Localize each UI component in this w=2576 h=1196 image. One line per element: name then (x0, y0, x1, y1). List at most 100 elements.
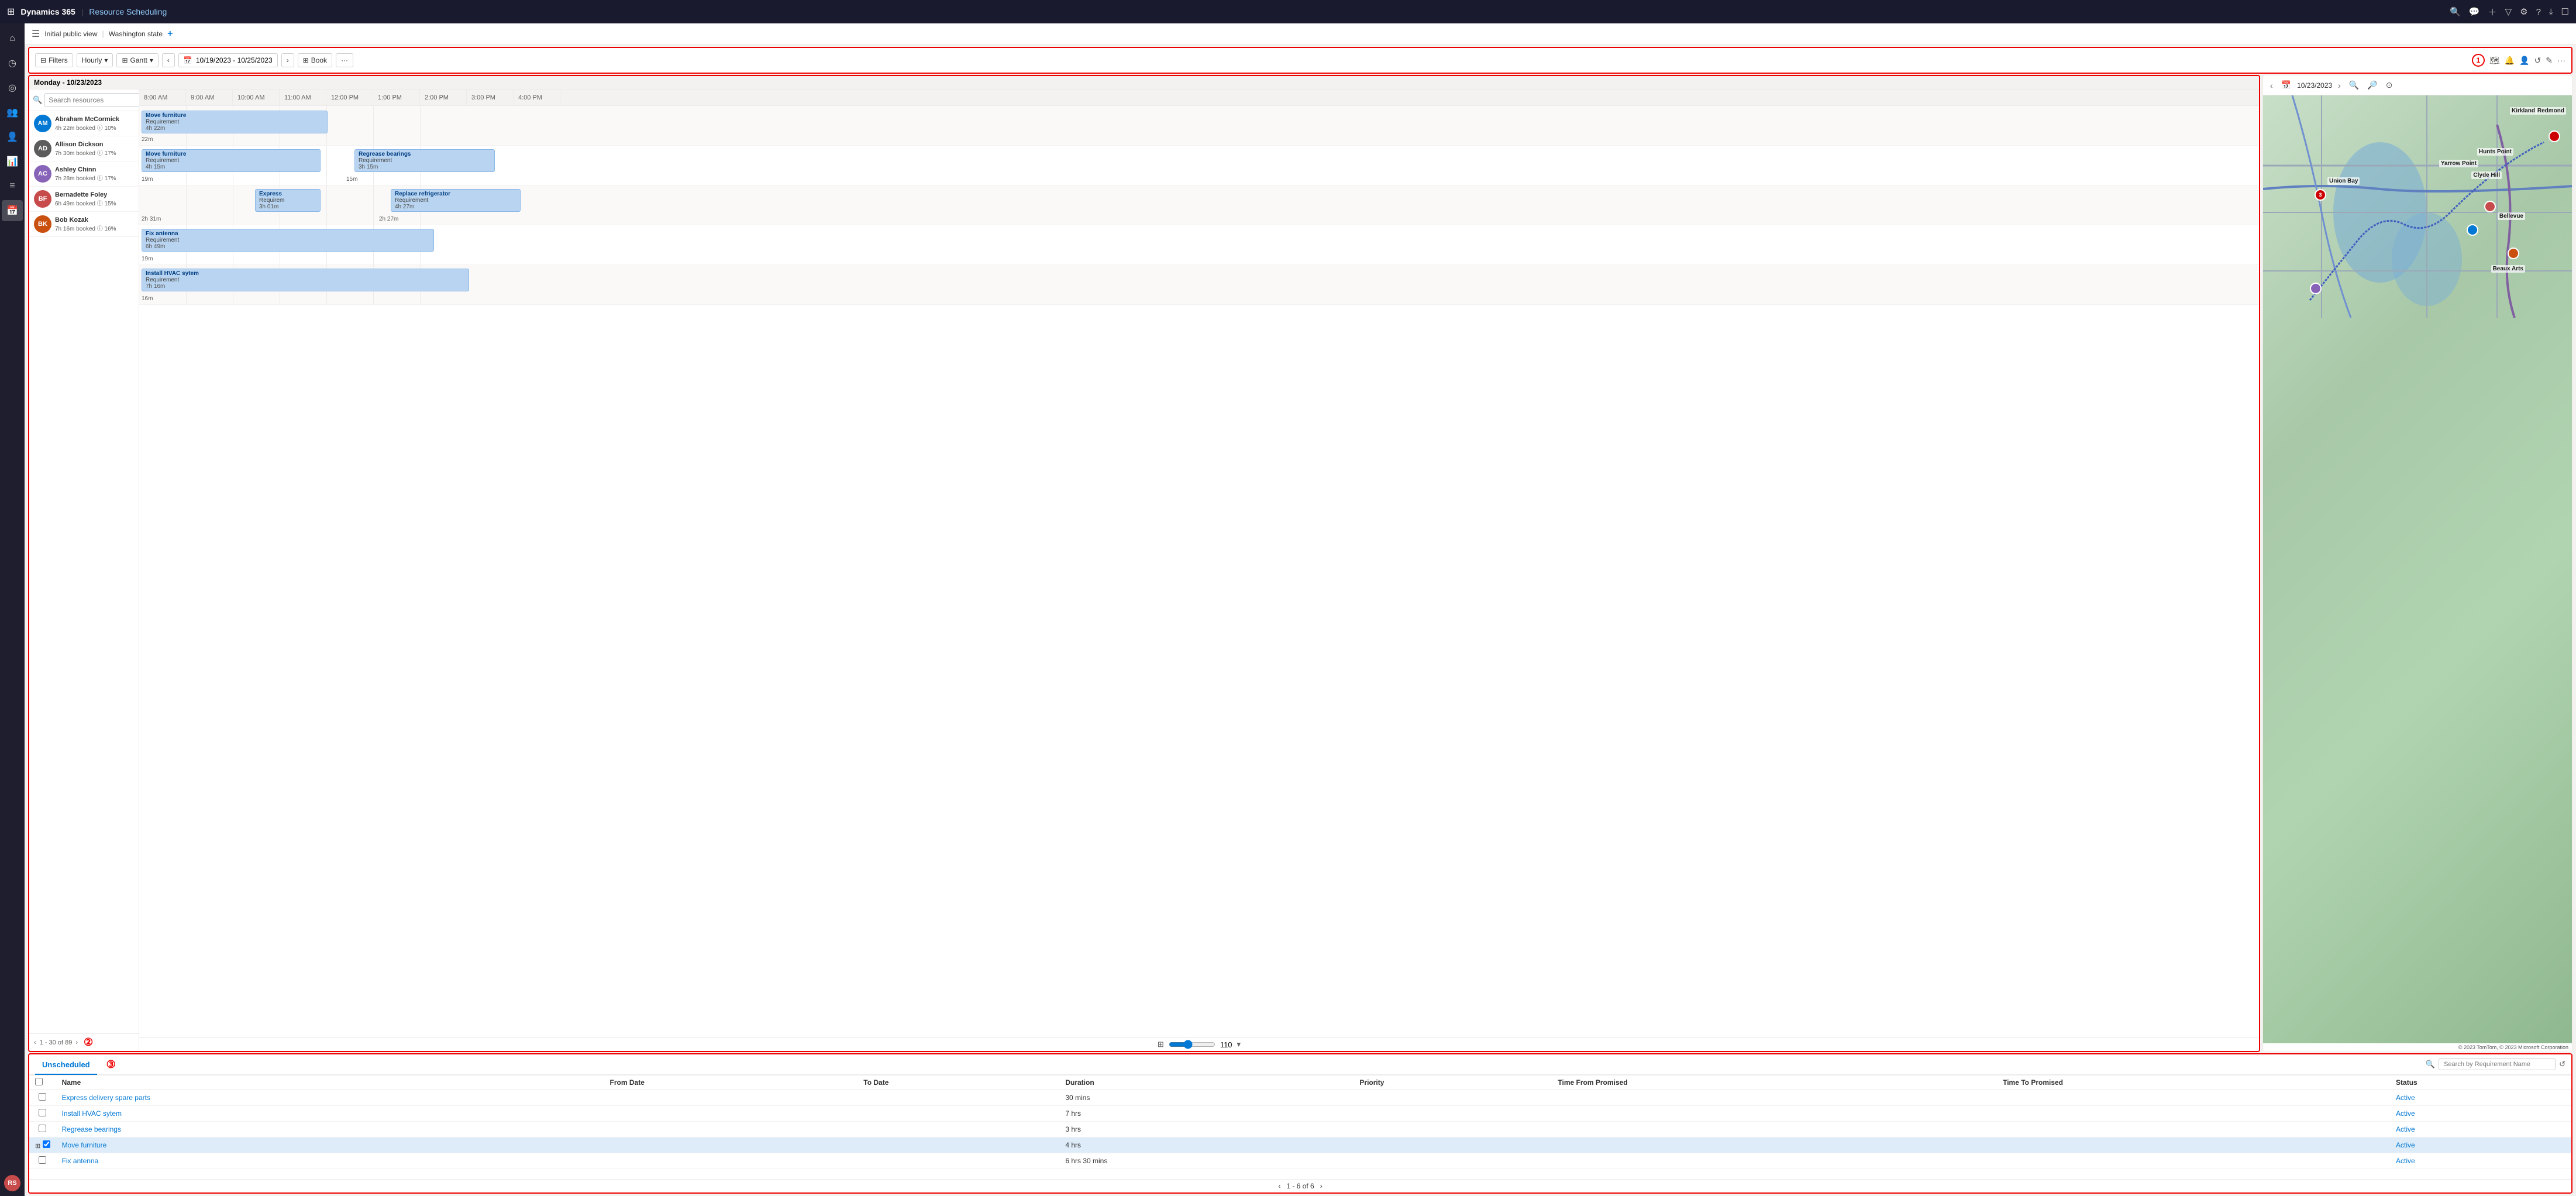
expand-icon[interactable]: ⊞ (1158, 1040, 1164, 1049)
chat-icon[interactable]: 💬 (2469, 6, 2480, 17)
time-offset: 22m (142, 136, 153, 143)
add-icon[interactable]: ＋ (2488, 6, 2497, 18)
resource-booked: 7h 28m booked ⓘ 17% (55, 173, 134, 182)
filter-icon[interactable]: ▽ (2505, 6, 2512, 17)
hourly-button[interactable]: Hourly ▾ (77, 53, 113, 67)
nav-washington[interactable]: Washington state (109, 30, 163, 38)
task-block[interactable]: Move furniture Requirement 4h 22m (142, 111, 328, 133)
task-block[interactable]: Regrease bearings Requirement 3h 15m (354, 149, 495, 172)
resource-search-bar: 🔍 ⇅ (29, 90, 139, 111)
next-date-button[interactable]: › (281, 53, 294, 67)
clock-icon[interactable]: ◷ (2, 53, 23, 74)
more-button[interactable]: ··· (336, 53, 353, 67)
filter-icon: ⊟ (40, 56, 46, 64)
settings-icon[interactable]: ⚙ (2520, 6, 2527, 17)
resource-item[interactable]: AM Abraham McCormick 4h 22m booked ⓘ 10% (29, 111, 139, 136)
home-icon[interactable]: ⌂ (2, 28, 23, 49)
resource-item[interactable]: AD Allison Dickson 7h 30m booked ⓘ 17% (29, 136, 139, 161)
book-button[interactable]: ⊞ Book (298, 53, 332, 67)
row-checkbox-cell (29, 1106, 56, 1122)
nav-add-button[interactable]: + (167, 29, 173, 39)
search-resources-input[interactable] (44, 93, 143, 107)
next-page-icon[interactable]: › (75, 1039, 78, 1046)
bell-icon[interactable]: 🔔 (2505, 56, 2515, 66)
zoom-slider[interactable] (1169, 1040, 1215, 1049)
circle-3-badge: ③ (106, 1058, 116, 1071)
unscheduled-tab[interactable]: Unscheduled (35, 1056, 97, 1075)
grid-line (186, 185, 187, 225)
task-block[interactable]: Express Requirem 3h 01m (255, 189, 321, 212)
nav-initial-view[interactable]: Initial public view (44, 30, 97, 38)
resource-item[interactable]: AC Ashley Chinn 7h 28m booked ⓘ 17% (29, 161, 139, 187)
task-block[interactable]: Replace refrigerator Requirement 4h 27m (391, 189, 521, 212)
row-checkbox[interactable] (39, 1125, 46, 1132)
prev-req-page[interactable]: ‹ (1278, 1182, 1280, 1190)
map-pin[interactable] (2549, 130, 2560, 142)
menu-icon[interactable]: ☰ (32, 28, 40, 40)
scheduler-body: 🔍 ⇅ AM Abraham McCormick 4h 22m booked (29, 90, 2259, 1051)
avatar: BK (34, 215, 51, 233)
col-time-to: Time To Promised (1997, 1075, 2390, 1090)
map-prev-button[interactable]: ‹ (2268, 80, 2275, 91)
map-next-button[interactable]: › (2336, 80, 2343, 91)
resource-item[interactable]: BF Bernadette Foley 6h 49m booked ⓘ 15% (29, 187, 139, 212)
resource-item[interactable]: BK Bob Kozak 7h 16m booked ⓘ 16% (29, 212, 139, 237)
pin-icon[interactable]: ◎ (2, 77, 23, 98)
select-all-checkbox[interactable] (35, 1078, 43, 1085)
map-pin[interactable] (2310, 283, 2322, 294)
map-pin[interactable]: 3 (2315, 189, 2326, 201)
user-avatar[interactable]: RS (4, 1175, 20, 1191)
help-icon[interactable]: ? (2536, 7, 2541, 17)
download-icon[interactable]: ⤓ (2549, 7, 2553, 17)
map-pin[interactable] (2467, 224, 2478, 236)
task-duration: 7h 16m (146, 283, 465, 290)
refresh-icon-2[interactable]: ↺ (2559, 1060, 2565, 1069)
toolbar-more-icon[interactable]: ··· (2557, 56, 2565, 65)
requirement-link[interactable]: Move furniture (62, 1141, 107, 1149)
filters-button[interactable]: ⊟ Filters (35, 53, 73, 67)
row-priority (1354, 1090, 1552, 1106)
row-checkbox[interactable] (39, 1109, 46, 1116)
task-block[interactable]: Move furniture Requirement 4h 15m (142, 149, 321, 172)
task-block[interactable]: Install HVAC sytem Requirement 7h 16m (142, 269, 469, 291)
requirement-link[interactable]: Fix antenna (62, 1157, 99, 1165)
next-req-page[interactable]: › (1320, 1182, 1323, 1190)
search-icon[interactable]: 🔍 (2450, 6, 2461, 17)
prev-date-button[interactable]: ‹ (162, 53, 175, 67)
people-icon[interactable]: 👥 (2, 102, 23, 123)
map-layers-icon[interactable]: ⊙ (2384, 79, 2395, 91)
task-block[interactable]: Fix antenna Requirement 6h 49m (142, 229, 434, 252)
map-area[interactable]: Kirkland Redmond Union Bay Yarrow Point … (2263, 95, 2572, 1043)
main-toolbar: ⊟ Filters Hourly ▾ ⊞ Gantt ▾ ‹ 📅 10/19/2… (28, 47, 2572, 74)
edit-icon[interactable]: ✎ (2546, 56, 2553, 66)
refresh-icon[interactable]: ↺ (2534, 56, 2541, 66)
calendar-icon[interactable]: 📅 (2, 200, 23, 221)
waffle-icon[interactable]: ⊞ (7, 6, 15, 18)
prev-page-icon[interactable]: ‹ (34, 1039, 36, 1046)
row-checkbox-cell (29, 1090, 56, 1106)
map-pin[interactable] (2508, 248, 2519, 259)
bottom-search-area: 🔍 ↺ (2426, 1058, 2565, 1070)
row-checkbox[interactable] (39, 1156, 46, 1164)
window-icon[interactable]: ☐ (2561, 6, 2569, 17)
content-area: Monday - 10/23/2023 🔍 ⇅ AM (28, 75, 2572, 1052)
map-icon[interactable]: 🗺 (2489, 56, 2500, 66)
person-icon[interactable]: 👤 (2, 126, 23, 147)
map-pin[interactable] (2484, 201, 2496, 212)
gantt-row: Fix antenna Requirement 6h 49m 19m (139, 225, 2259, 265)
chart-icon[interactable]: 📊 (2, 151, 23, 172)
chevron-down-gantt[interactable]: ▾ (1237, 1040, 1241, 1049)
person-add-icon[interactable]: 👤 (2519, 56, 2529, 66)
gantt-button[interactable]: ⊞ Gantt ▾ (116, 53, 158, 67)
gantt-row: Move furniture Requirement 4h 15m Regrea… (139, 146, 2259, 185)
map-zoom-in[interactable]: 🔍 (2347, 79, 2361, 91)
requirement-link[interactable]: Install HVAC sytem (62, 1109, 122, 1118)
list-icon[interactable]: ≡ (2, 176, 23, 197)
row-checkbox[interactable] (43, 1140, 50, 1148)
map-zoom-out[interactable]: 🔎 (2365, 79, 2379, 91)
requirement-search-input[interactable] (2439, 1058, 2556, 1070)
requirement-link[interactable]: Express delivery spare parts (62, 1094, 150, 1102)
requirement-link[interactable]: Regrease bearings (62, 1125, 121, 1133)
row-expand-icon[interactable]: ⊞ (35, 1143, 40, 1150)
row-checkbox[interactable] (39, 1093, 46, 1101)
